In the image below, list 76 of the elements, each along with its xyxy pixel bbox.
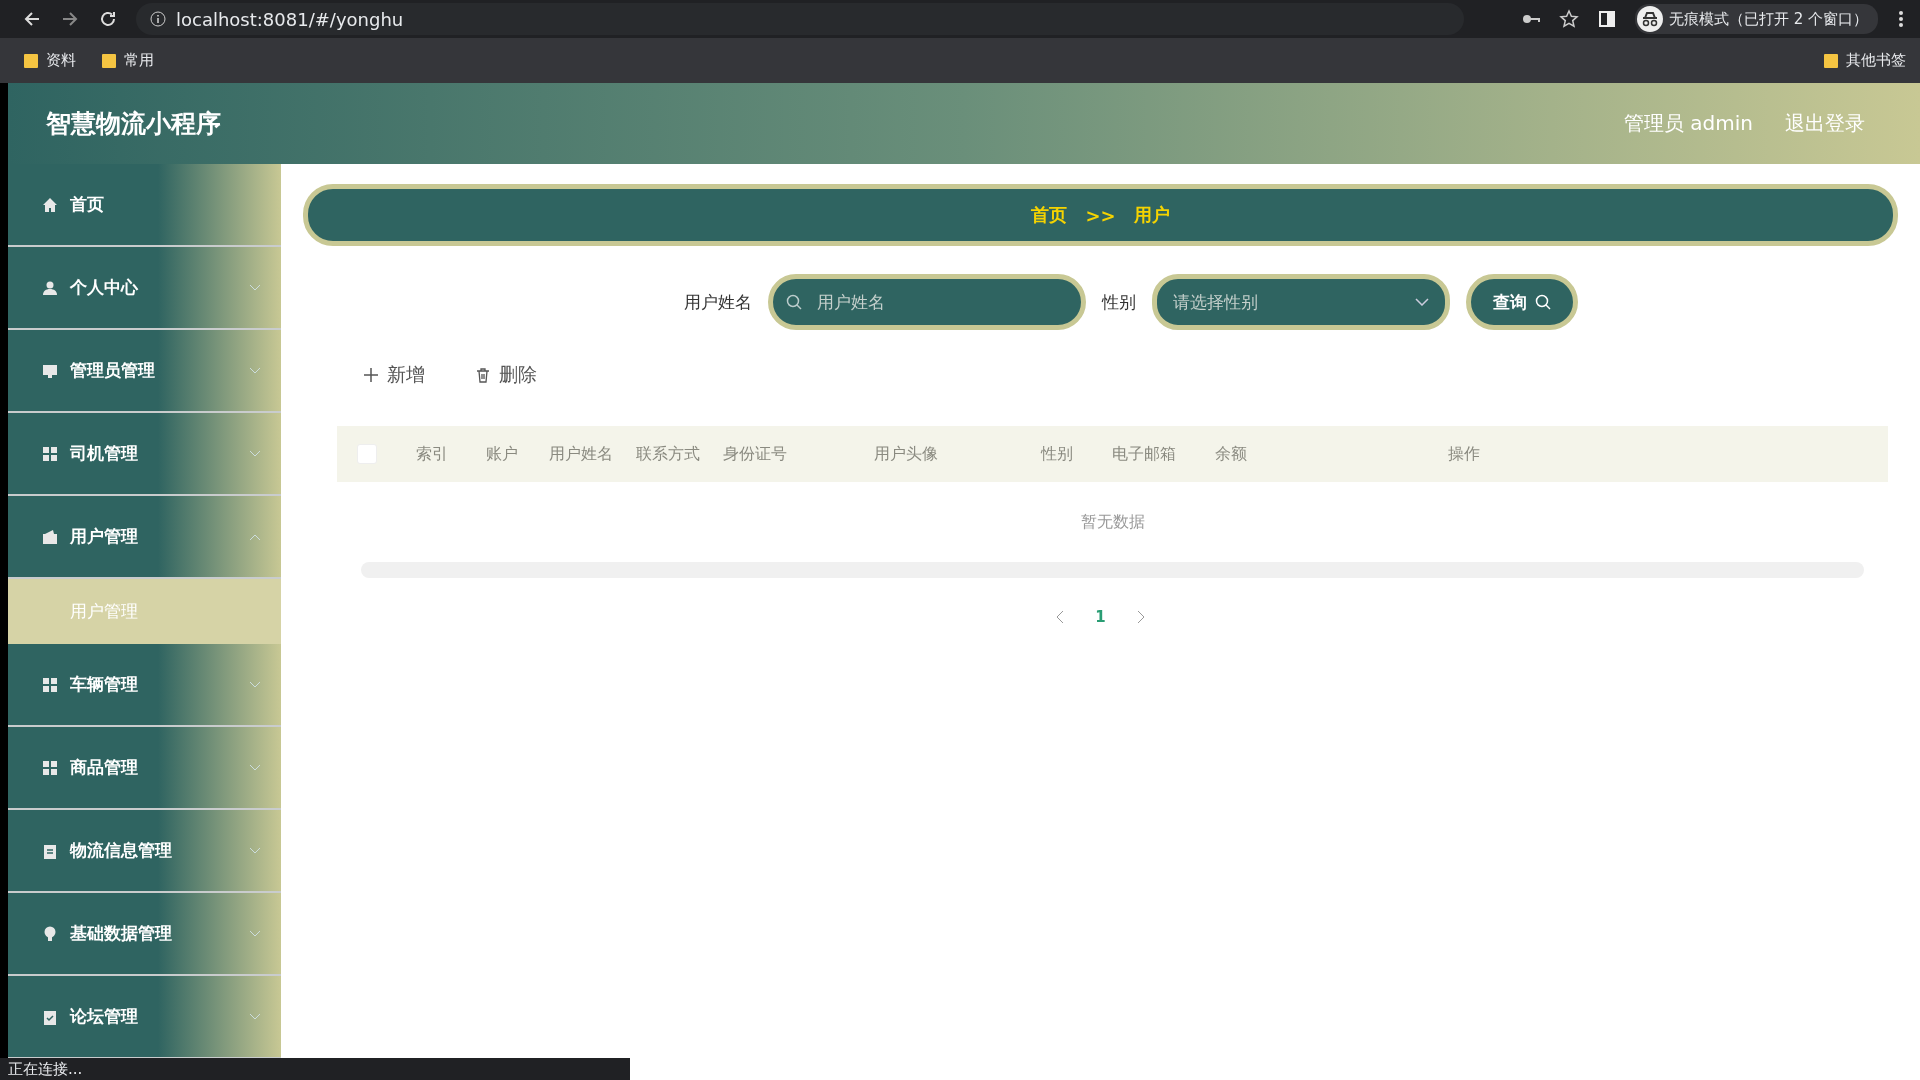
breadcrumb-item: 用户	[1133, 203, 1170, 227]
sidebar-item[interactable]: 首页	[8, 164, 281, 247]
empty-message: 暂无数据	[1080, 511, 1145, 533]
add-button[interactable]: 新增	[363, 356, 425, 394]
menu-icon[interactable]	[1896, 9, 1906, 29]
breadcrumb-item: 首页	[1031, 203, 1068, 227]
chevron-icon	[249, 283, 261, 292]
folder-icon	[24, 52, 38, 69]
info-icon	[150, 11, 166, 27]
chevron-icon	[249, 680, 261, 689]
chevron-icon	[249, 763, 261, 772]
grid-icon	[42, 759, 58, 776]
field-label: 性别	[1101, 290, 1136, 314]
grid-icon	[42, 445, 58, 462]
column-header: 电子邮箱	[1110, 443, 1177, 465]
sidebar-item[interactable]: 论坛管理	[8, 976, 281, 1059]
reload-icon[interactable]	[98, 9, 118, 29]
sidebar-item[interactable]: 司机管理	[8, 413, 281, 496]
breadcrumb-item: >>	[1085, 204, 1116, 226]
wallet-icon	[42, 528, 58, 545]
column-header: 操作	[1447, 443, 1481, 465]
plus-icon	[363, 367, 379, 383]
sidebar-item[interactable]: 商品管理	[8, 727, 281, 810]
column-header: 用户姓名	[547, 443, 614, 465]
column-header: 性别	[1039, 443, 1074, 465]
url-text: localhost:8081/#/yonghu	[176, 8, 404, 30]
bookmark-folder[interactable]: 资料	[24, 51, 76, 70]
monitor-icon	[42, 362, 58, 379]
person-icon	[42, 279, 58, 296]
search-icon	[1534, 294, 1551, 310]
gender-select[interactable]: 请选择性别	[1151, 274, 1450, 330]
sidebar-item[interactable]: 物流信息管理	[8, 810, 281, 893]
clipboard-icon	[42, 842, 58, 859]
chevron-icon	[249, 846, 261, 855]
field-label: 用户姓名	[683, 290, 752, 314]
chevron-icon	[249, 929, 261, 938]
sidebar-item[interactable]: 管理员管理	[8, 330, 281, 413]
status-bar: 正在连接...	[0, 1058, 630, 1080]
grid-icon	[42, 676, 58, 693]
column-header: 账户	[485, 443, 519, 465]
sidebar-toggle-icon[interactable]	[1596, 9, 1617, 29]
column-header: 余额	[1213, 443, 1248, 465]
chevron-icon	[249, 449, 261, 458]
bulb-icon	[42, 925, 58, 942]
column-header: 联系方式	[634, 443, 701, 465]
column-header: 身份证号	[721, 443, 788, 465]
query-button[interactable]: 查询	[1465, 274, 1578, 330]
chevron-icon	[249, 366, 261, 375]
incognito-icon	[1636, 6, 1663, 32]
bookmark-folder[interactable]: 其他书签	[1824, 51, 1906, 70]
prev-page-icon[interactable]	[1055, 610, 1066, 624]
chevron-icon	[249, 1012, 261, 1021]
incognito-profile-button[interactable]: 无痕模式（已打开 2 个窗口）	[1634, 4, 1878, 34]
page-number[interactable]: 1	[1095, 608, 1106, 626]
app-title: 智慧物流小程序	[46, 108, 221, 140]
search-icon	[785, 294, 802, 310]
folder-icon	[1824, 52, 1838, 69]
star-icon[interactable]	[1558, 9, 1579, 29]
next-page-icon[interactable]	[1135, 610, 1146, 624]
sidebar-item[interactable]: 基础数据管理	[8, 893, 281, 976]
trash-icon	[475, 367, 491, 383]
chevron-down-icon	[1414, 298, 1429, 306]
user-name: 管理员 admin	[1623, 110, 1753, 137]
search-field[interactable]: 用户姓名	[767, 274, 1086, 330]
chevron-icon	[249, 532, 261, 541]
delete-button[interactable]: 删除	[475, 356, 537, 394]
column-header: 用户头像	[872, 443, 939, 465]
sidebar-item[interactable]: 用户管理	[8, 496, 281, 579]
address-bar[interactable]: localhost:8081/#/yonghu	[136, 3, 1464, 35]
bookmark-folder[interactable]: 常用	[102, 51, 154, 70]
clipboard-check-icon	[42, 1008, 58, 1025]
sidebar-item[interactable]: 车辆管理	[8, 644, 281, 727]
folder-icon	[102, 52, 116, 69]
column-header: 索引	[415, 443, 449, 465]
home-icon	[42, 196, 58, 213]
sidebar-item[interactable]: 个人中心	[8, 247, 281, 330]
